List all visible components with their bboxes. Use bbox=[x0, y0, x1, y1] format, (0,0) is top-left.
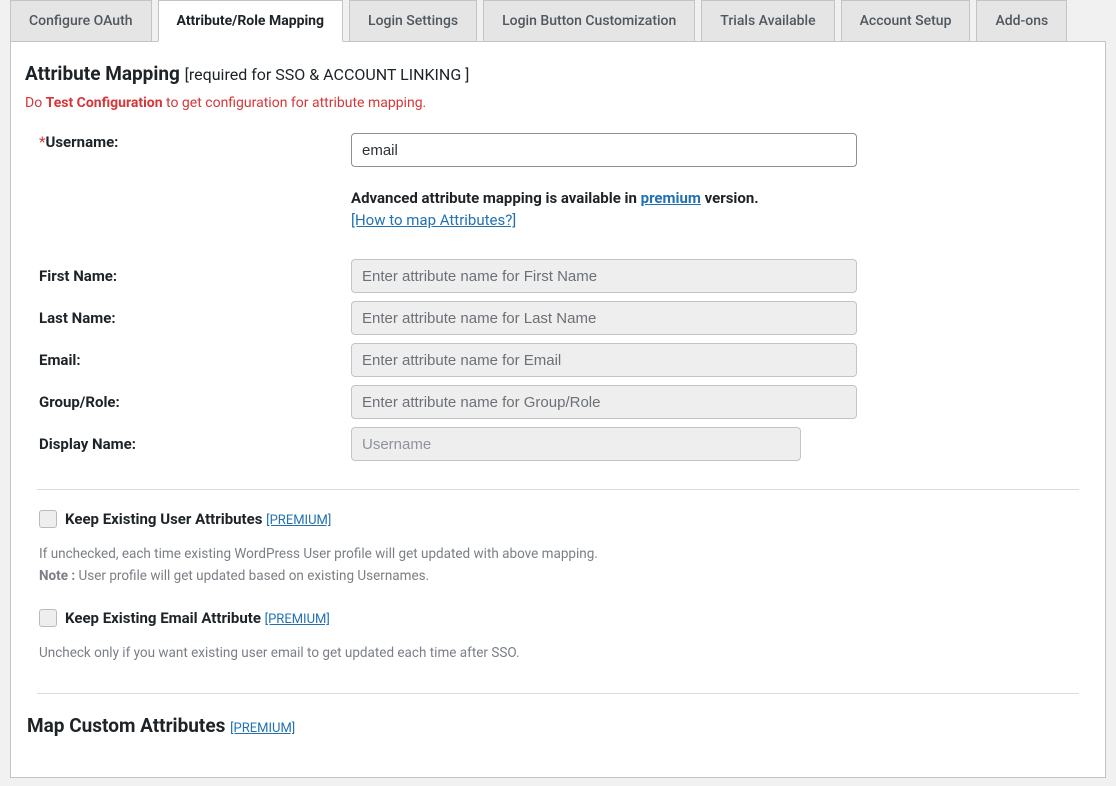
label-username: *Username: bbox=[39, 133, 351, 151]
input-last-name[interactable] bbox=[351, 301, 857, 335]
desc-note-label: Note : bbox=[39, 568, 75, 584]
input-first-name[interactable] bbox=[351, 259, 857, 293]
tab-trials-available[interactable]: Trials Available bbox=[701, 0, 834, 42]
desc-note-text: User profile will get updated based on e… bbox=[75, 568, 429, 584]
tab-login-button-customization[interactable]: Login Button Customization bbox=[483, 0, 695, 42]
tab-add-ons[interactable]: Add-ons bbox=[976, 0, 1067, 42]
checkbox-keep-existing-attributes[interactable] bbox=[39, 510, 57, 528]
input-display-name[interactable] bbox=[351, 427, 801, 461]
alert-post: to get configuration for attribute mappi… bbox=[163, 95, 427, 111]
link-premium-custom-attr[interactable]: [PREMIUM] bbox=[230, 721, 295, 736]
hint-pre: Advanced attribute mapping is available … bbox=[351, 189, 641, 207]
title-text: Attribute Mapping bbox=[25, 62, 185, 85]
alert-test-configuration: Do Test Configuration to get configurati… bbox=[25, 95, 1091, 111]
label-first-name: First Name: bbox=[39, 267, 351, 285]
link-premium-keep-attr[interactable]: [PREMIUM] bbox=[266, 513, 331, 528]
label-display-name: Display Name: bbox=[39, 435, 351, 453]
label-last-name: Last Name: bbox=[39, 309, 351, 327]
checkbox-keep-existing-email[interactable] bbox=[39, 609, 57, 627]
hint-advanced-mapping: Advanced attribute mapping is available … bbox=[351, 173, 1077, 211]
hint-post: version. bbox=[701, 189, 759, 207]
desc-line1: If unchecked, each time existing WordPre… bbox=[39, 544, 1077, 566]
section-title-attribute-mapping: Attribute Mapping [required for SSO & AC… bbox=[25, 62, 1091, 85]
panel-attribute-mapping: Attribute Mapping [required for SSO & AC… bbox=[10, 41, 1106, 778]
input-username[interactable] bbox=[351, 133, 857, 167]
alert-bold: Test Configuration bbox=[46, 95, 163, 111]
link-how-to-map[interactable]: [How to map Attributes?] bbox=[351, 211, 516, 229]
desc-email-text: Uncheck only if you want existing user e… bbox=[39, 643, 1077, 665]
label-group-role: Group/Role: bbox=[39, 393, 351, 411]
alert-pre: Do bbox=[25, 95, 46, 111]
desc-keep-existing-attributes: If unchecked, each time existing WordPre… bbox=[25, 534, 1091, 587]
link-premium-keep-email[interactable]: [PREMIUM] bbox=[265, 612, 330, 627]
tab-login-settings[interactable]: Login Settings bbox=[349, 0, 477, 42]
title-subtext: [required for SSO & ACCOUNT LINKING ] bbox=[185, 65, 470, 84]
separator-2 bbox=[37, 693, 1079, 694]
tab-account-setup[interactable]: Account Setup bbox=[841, 0, 971, 42]
tab-configure-oauth[interactable]: Configure OAuth bbox=[10, 0, 152, 42]
desc-keep-existing-email: Uncheck only if you want existing user e… bbox=[25, 633, 1091, 665]
tab-attribute-role-mapping[interactable]: Attribute/Role Mapping bbox=[158, 0, 343, 42]
section-title-map-custom-attributes: Map Custom Attributes [PREMIUM] bbox=[25, 714, 1091, 737]
input-group-role[interactable] bbox=[351, 385, 857, 419]
link-premium[interactable]: premium bbox=[641, 189, 701, 207]
label-keep-existing-attributes: Keep Existing User Attributes [PREMIUM] bbox=[65, 510, 331, 528]
input-email[interactable] bbox=[351, 343, 857, 377]
label-keep-existing-email: Keep Existing Email Attribute [PREMIUM] bbox=[65, 609, 330, 627]
separator bbox=[37, 489, 1079, 490]
tabs-bar: Configure OAuth Attribute/Role Mapping L… bbox=[0, 0, 1116, 42]
label-email: Email: bbox=[39, 351, 351, 369]
